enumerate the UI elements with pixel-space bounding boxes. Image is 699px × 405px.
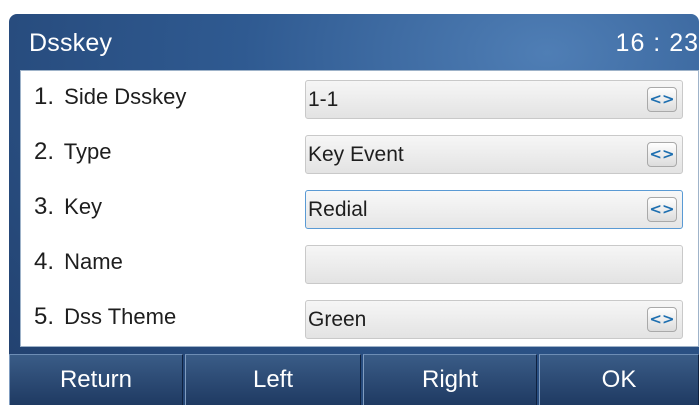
row-label-text: Dss Theme [64,304,177,329]
row-label-text: Name [64,249,123,274]
row-number: 3. [34,193,55,220]
phone-screen: Dsskey 16 : 23 1. Side Dsskey 1-1 <> 2. … [9,14,699,405]
left-right-arrows-icon[interactable]: <> [647,307,677,332]
side-dsskey-select[interactable]: 1-1 <> [305,80,683,119]
row-label: 4. Name [34,248,123,276]
field-value: Key Event [308,143,404,166]
row-number: 5. [34,303,55,330]
type-select[interactable]: Key Event <> [305,135,683,174]
dss-theme-select[interactable]: Green <> [305,300,683,339]
clock: 16 : 23 [615,29,699,57]
row-label-text: Side Dsskey [64,84,187,109]
right-button[interactable]: Right [363,354,537,405]
key-select[interactable]: Redial <> [305,190,683,229]
left-right-arrows-icon[interactable]: <> [647,142,677,167]
row-label: 1. Side Dsskey [34,83,186,111]
list-item-side-dsskey[interactable]: 1. Side Dsskey 1-1 <> [21,71,699,126]
softkey-bar: Return Left Right OK [9,354,699,405]
row-label: 3. Key [34,193,102,221]
field-value: Redial [308,198,368,221]
settings-list: 1. Side Dsskey 1-1 <> 2. Type Key Event … [20,70,699,347]
row-label-text: Type [63,139,112,164]
ok-button[interactable]: OK [539,354,699,405]
row-number: 2. [34,138,55,165]
row-number: 1. [34,83,55,110]
list-item-type[interactable]: 2. Type Key Event <> [21,126,699,181]
field-value: 1-1 [308,88,339,111]
field-value: Green [308,308,367,331]
page-title: Dsskey [29,29,113,57]
row-label-text: Key [64,194,103,219]
list-item-name[interactable]: 4. Name [21,236,699,291]
return-button[interactable]: Return [9,354,183,405]
left-button[interactable]: Left [185,354,361,405]
list-item-dss-theme[interactable]: 5. Dss Theme Green <> [21,291,699,346]
left-right-arrows-icon[interactable]: <> [647,87,677,112]
title-bar: Dsskey 16 : 23 [9,14,699,70]
row-number: 4. [34,248,55,275]
row-label: 2. Type [34,138,111,166]
name-input[interactable] [305,245,683,284]
list-item-key[interactable]: 3. Key Redial <> [21,181,699,236]
left-right-arrows-icon[interactable]: <> [647,197,677,222]
row-label: 5. Dss Theme [34,303,176,331]
